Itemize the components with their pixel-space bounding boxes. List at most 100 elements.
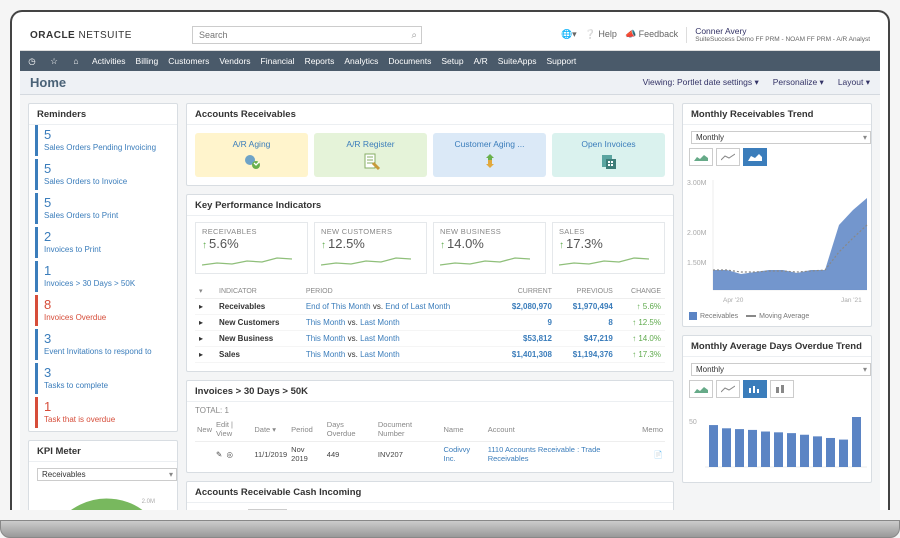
tile-label: Open Invoices: [581, 139, 635, 149]
chart-type-filled-icon[interactable]: [743, 148, 767, 166]
chart-type-bar-icon[interactable]: [743, 380, 767, 398]
menu-activities[interactable]: Activities: [92, 56, 126, 66]
tile-label: A/R Aging: [233, 139, 271, 149]
kpi-card[interactable]: SALES17.3%: [552, 222, 665, 274]
menu-vendors[interactable]: Vendors: [219, 56, 250, 66]
svg-text:3.00M: 3.00M: [687, 180, 707, 187]
page-header: Home Viewing: Portlet date settings ▾ Pe…: [20, 71, 880, 95]
clock-icon[interactable]: ◷: [26, 55, 38, 67]
brand-b: NETSUITE: [79, 30, 132, 41]
svg-text:Apr '20: Apr '20: [723, 297, 744, 304]
reminder-item[interactable]: 8Invoices Overdue: [35, 295, 171, 326]
tile-ar-aging[interactable]: A/R Aging: [195, 133, 308, 177]
topbar: ORACLE NETSUITE ⌕ 🌐▾ ❔ Help 📣 Feedback C…: [20, 20, 880, 51]
reminder-item[interactable]: 2Invoices to Print: [35, 227, 171, 258]
view-icon[interactable]: ◎: [226, 450, 233, 459]
tile-customer-aging[interactable]: Customer Aging ...: [433, 133, 546, 177]
menubar: ◷ ☆ ⌂ Activities Billing Customers Vendo…: [20, 51, 880, 71]
table-row[interactable]: ▸New BusinessThis Month vs. Last Month$5…: [195, 331, 665, 347]
kpi-table: ▾ INDICATOR PERIOD CURRENT PREVIOUS CHAN…: [195, 284, 665, 363]
reminder-item[interactable]: 5Sales Orders to Invoice: [35, 159, 171, 190]
reminders-portlet: Reminders 5Sales Orders Pending Invoicin…: [28, 103, 178, 432]
gauge-tick-hi: 2.0M: [142, 499, 155, 505]
invoices-portlet: Invoices > 30 Days > 50K TOTAL: 1 NewEdi…: [186, 380, 674, 473]
kpi-card[interactable]: NEW BUSINESS14.0%: [433, 222, 546, 274]
reminders-title: Reminders: [29, 104, 177, 125]
layout-link[interactable]: Layout ▾: [838, 77, 870, 88]
chart-type-area-icon[interactable]: [689, 380, 713, 398]
receivables-trend-portlet: Monthly Receivables Trend Monthly 3.00M …: [682, 103, 872, 327]
svg-text:1.50M: 1.50M: [687, 260, 707, 267]
user-name: Conner Avery: [695, 27, 870, 36]
help-link[interactable]: ❔ Help: [585, 29, 617, 40]
kpi-card[interactable]: NEW CUSTOMERS12.5%: [314, 222, 427, 274]
menu-suiteapps[interactable]: SuiteApps: [498, 56, 537, 66]
search-box[interactable]: ⌕: [192, 26, 422, 44]
cash-incoming-portlet: Accounts Receivable Cash Incoming SUBSID…: [186, 481, 674, 510]
reminder-item[interactable]: 1Invoices > 30 Days > 50K: [35, 261, 171, 292]
brand-logo: ORACLE NETSUITE: [30, 30, 132, 41]
tile-label: A/R Register: [346, 139, 394, 149]
ar-title: Accounts Receivables: [187, 104, 673, 125]
menu-support[interactable]: Support: [546, 56, 576, 66]
days-overdue-trend-portlet: Monthly Average Days Overdue Trend Month…: [682, 335, 872, 483]
subsidiary-select[interactable]: - All -: [248, 509, 286, 510]
tile-ar-register[interactable]: A/R Register: [314, 133, 427, 177]
personalize-link[interactable]: Personalize ▾: [773, 77, 824, 88]
trend1-title: Monthly Receivables Trend: [683, 104, 871, 125]
feedback-link[interactable]: 📣 Feedback: [625, 29, 678, 40]
brand-a: ORACLE: [30, 30, 75, 41]
table-row[interactable]: ✎ ◎ 11/1/2019 Nov 2019 449 INV207 Codivv…: [195, 442, 665, 467]
star-icon[interactable]: ☆: [48, 55, 60, 67]
table-row[interactable]: ▸ReceivablesEnd of This Month vs. End of…: [195, 299, 665, 315]
page-title: Home: [30, 75, 66, 90]
menu-reports[interactable]: Reports: [305, 56, 335, 66]
chart-type-line-icon[interactable]: [716, 380, 740, 398]
reminder-item[interactable]: 5Sales Orders Pending Invoicing: [35, 125, 171, 156]
kpi-meter-select[interactable]: Receivables: [37, 468, 177, 481]
reminder-item[interactable]: 3Tasks to complete: [35, 363, 171, 394]
edit-icon[interactable]: ✎: [216, 450, 222, 459]
menu-billing[interactable]: Billing: [136, 56, 159, 66]
kpi-meter-title: KPI Meter: [29, 441, 177, 462]
user-block[interactable]: Conner Avery SuiteSuccess Demo FF PRM - …: [686, 27, 870, 43]
reminders-list: 5Sales Orders Pending Invoicing5Sales Or…: [29, 125, 177, 428]
cash-incoming-title: Accounts Receivable Cash Incoming: [187, 482, 673, 503]
trend2-chart: 50: [683, 402, 871, 482]
user-role: SuiteSuccess Demo FF PRM - NOAM FF PRM -…: [695, 36, 870, 43]
gauge: $2.1M RECEIVABLES 2.0M 3.0M: [37, 481, 169, 510]
kpi-portlet: Key Performance Indicators RECEIVABLES5.…: [186, 194, 674, 372]
chart-type-line-icon[interactable]: [716, 148, 740, 166]
chart-type-other-icon[interactable]: [770, 380, 794, 398]
trend1-chart: 3.00M 2.00M 1.50M Apr '20 Jan '21: [683, 170, 871, 310]
kpi-card[interactable]: RECEIVABLES5.6%: [195, 222, 308, 274]
table-row[interactable]: ▸SalesThis Month vs. Last Month$1,401,30…: [195, 347, 665, 363]
menu-ar[interactable]: A/R: [474, 56, 488, 66]
reminder-item[interactable]: 5Sales Orders to Print: [35, 193, 171, 224]
kpi-meter-portlet: KPI Meter Receivables $2.1M RECEIVABLES: [28, 440, 178, 510]
menu-documents[interactable]: Documents: [388, 56, 431, 66]
reminder-item[interactable]: 1Task that is overdue: [35, 397, 171, 428]
search-input[interactable]: [197, 29, 411, 41]
home-icon[interactable]: ⌂: [70, 55, 82, 67]
menu-financial[interactable]: Financial: [261, 56, 295, 66]
search-icon[interactable]: ⌕: [411, 30, 417, 41]
trend2-period-select[interactable]: Monthly: [691, 363, 871, 376]
ar-portlet: Accounts Receivables A/R Aging A/R Regis…: [186, 103, 674, 186]
svg-text:2.00M: 2.00M: [687, 230, 707, 237]
menu-customers[interactable]: Customers: [168, 56, 209, 66]
reminder-item[interactable]: 3Event Invitations to respond to: [35, 329, 171, 360]
tile-label: Customer Aging ...: [455, 139, 525, 149]
note-icon[interactable]: 📄: [654, 450, 663, 459]
tile-open-invoices[interactable]: Open Invoices: [552, 133, 665, 177]
viewing[interactable]: Viewing: Portlet date settings ▾: [643, 77, 759, 88]
trend1-period-select[interactable]: Monthly: [691, 131, 871, 144]
menu-setup[interactable]: Setup: [441, 56, 463, 66]
chart-type-area-icon[interactable]: [689, 148, 713, 166]
table-row[interactable]: ▸New CustomersThis Month vs. Last Month9…: [195, 315, 665, 331]
invoices-title: Invoices > 30 Days > 50K: [187, 381, 673, 402]
menu-analytics[interactable]: Analytics: [344, 56, 378, 66]
svg-text:50: 50: [689, 419, 697, 426]
svg-text:Jan '21: Jan '21: [841, 297, 862, 304]
globe-icon[interactable]: 🌐▾: [561, 29, 577, 40]
